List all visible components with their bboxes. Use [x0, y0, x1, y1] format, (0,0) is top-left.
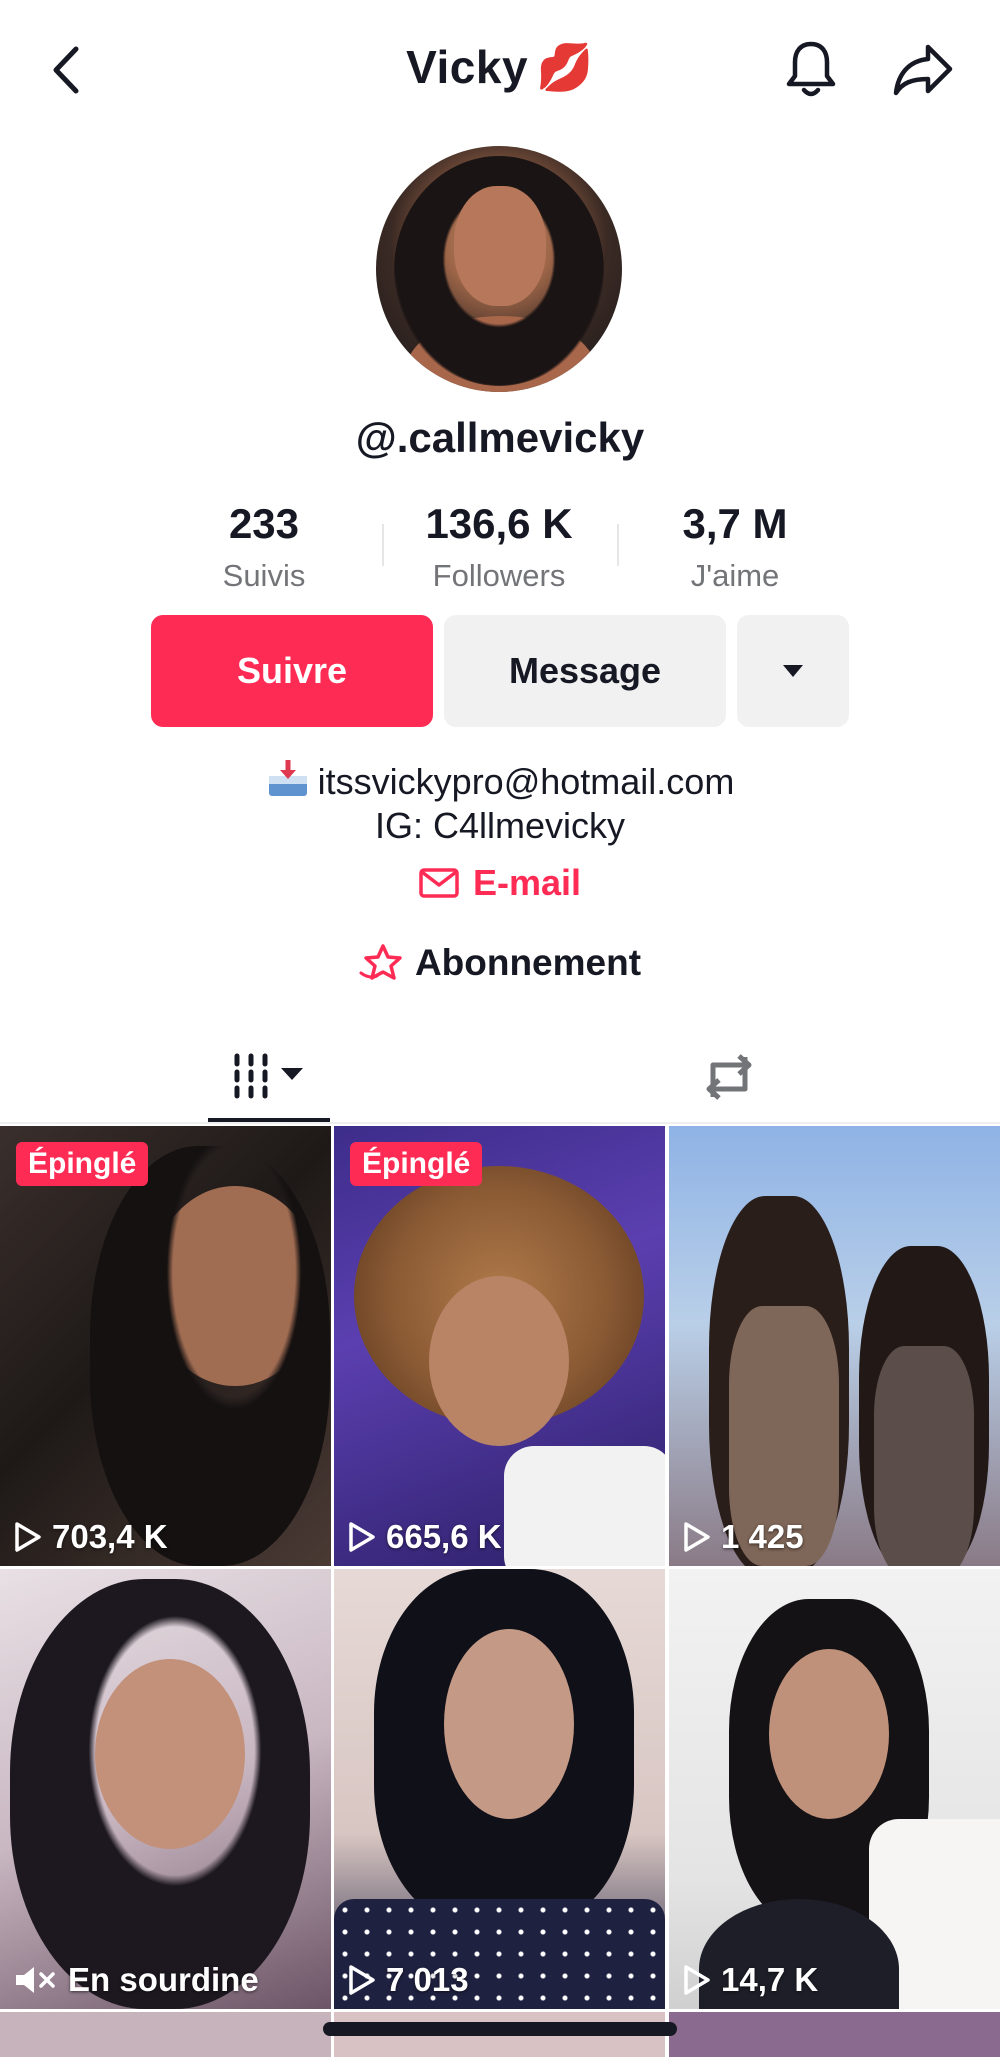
home-indicator	[323, 2022, 677, 2036]
video-thumbnail[interactable]: 14,7 K	[669, 1569, 1000, 2009]
more-options-button[interactable]	[737, 615, 849, 727]
bell-icon	[786, 41, 836, 97]
stat-following[interactable]: 233 Suivis	[144, 500, 384, 594]
page-title: Vicky 💋	[0, 40, 1000, 95]
top-bar: Vicky 💋	[0, 0, 1000, 140]
play-outline-icon	[684, 1965, 710, 1995]
view-count: 7 013	[348, 1961, 469, 1999]
profile-name: Vicky	[406, 41, 529, 93]
notifications-button[interactable]	[780, 34, 842, 104]
video-thumbnail[interactable]: 1 425	[669, 1126, 1000, 1566]
thumbnail-image	[669, 2012, 1000, 2057]
email-link[interactable]: E-mail	[0, 862, 1000, 904]
profile-stats: 233 Suivis 136,6 K Followers 3,7 M J'aim…	[0, 500, 1000, 600]
share-button[interactable]	[888, 34, 958, 104]
view-count: 703,4 K	[14, 1518, 168, 1556]
bio-line-email: itssvickypro@hotmail.com	[0, 758, 1000, 804]
star-badge-icon	[359, 944, 402, 980]
view-count-text: 1 425	[721, 1518, 804, 1555]
thumbnail-clothing	[504, 1446, 665, 1566]
kiss-emoji: 💋	[536, 41, 594, 93]
subscription-label: Abonnement	[414, 942, 642, 983]
bio-email-text: itssvickypro@hotmail.com	[317, 761, 735, 802]
stat-value: 136,6 K	[425, 500, 573, 547]
play-outline-icon	[684, 1522, 710, 1552]
view-count-text: 665,6 K	[386, 1518, 502, 1555]
play-outline-icon	[15, 1522, 41, 1552]
pinned-badge: Épinglé	[16, 1142, 149, 1186]
envelope-icon	[419, 868, 459, 898]
thumbnail-figure	[769, 1649, 889, 1819]
inbox-tray-icon	[268, 760, 307, 796]
thumbnail-figure	[444, 1629, 574, 1819]
view-count: En sourdine	[14, 1961, 259, 1999]
thumbnail-clothing	[874, 1346, 974, 1566]
pinned-badge: Épinglé	[350, 1142, 483, 1186]
video-grid: Épinglé 703,4 K Épinglé 665,6 K 1 425 En…	[0, 1126, 1000, 2057]
videos-grid-icon	[234, 1053, 303, 1099]
stat-label: Followers	[432, 558, 566, 593]
avatar[interactable]	[376, 146, 622, 392]
message-button[interactable]: Message	[444, 615, 726, 727]
video-thumbnail[interactable]	[0, 2012, 331, 2057]
video-thumbnail[interactable]: Épinglé 703,4 K	[0, 1126, 331, 1566]
content-tabs	[0, 1030, 1000, 1124]
view-count-text: 7 013	[386, 1961, 469, 1998]
muted-speaker-icon	[16, 1967, 55, 1993]
stat-likes: 3,7 M J'aime	[615, 500, 855, 594]
video-thumbnail[interactable]: En sourdine	[0, 1569, 331, 2009]
username: @.callmevicky	[355, 414, 645, 461]
video-thumbnail[interactable]: Épinglé 665,6 K	[334, 1126, 665, 1566]
caret-down-icon	[783, 665, 803, 677]
play-outline-icon	[349, 1522, 375, 1552]
email-link-label: E-mail	[472, 862, 582, 903]
stat-followers[interactable]: 136,6 K Followers	[379, 500, 619, 594]
repost-icon	[706, 1054, 752, 1100]
view-count-text: 703,4 K	[52, 1518, 168, 1555]
view-count: 665,6 K	[348, 1518, 502, 1556]
play-outline-icon	[349, 1965, 375, 1995]
bio-line-instagram: IG: C4llmevicky	[374, 805, 626, 846]
avatar-photo-face	[454, 186, 546, 306]
stat-label: Suivis	[222, 558, 306, 593]
subscription-button[interactable]: Abonnement	[0, 942, 1000, 984]
tabs-divider	[0, 1122, 1000, 1124]
stat-value: 3,7 M	[682, 500, 788, 547]
thumbnail-figure	[95, 1659, 245, 1849]
thumbnail-image	[0, 2012, 331, 2057]
tab-reposts[interactable]	[668, 1030, 790, 1124]
tab-videos[interactable]	[208, 1030, 330, 1124]
video-thumbnail[interactable]	[669, 2012, 1000, 2057]
view-count-text: En sourdine	[68, 1961, 259, 1998]
stat-label: J'aime	[690, 558, 780, 593]
follow-button[interactable]: Suivre	[151, 615, 433, 727]
share-arrow-icon	[893, 44, 953, 96]
profile-bio: itssvickypro@hotmail.com IG: C4llmevicky	[0, 758, 1000, 848]
view-count-text: 14,7 K	[721, 1961, 819, 1998]
stat-value: 233	[228, 500, 300, 547]
view-count: 1 425	[683, 1518, 804, 1556]
thumbnail-hair	[90, 1146, 330, 1566]
view-count: 14,7 K	[683, 1961, 818, 1999]
thumbnail-figure	[429, 1276, 569, 1446]
video-thumbnail[interactable]: 7 013	[334, 1569, 665, 2009]
